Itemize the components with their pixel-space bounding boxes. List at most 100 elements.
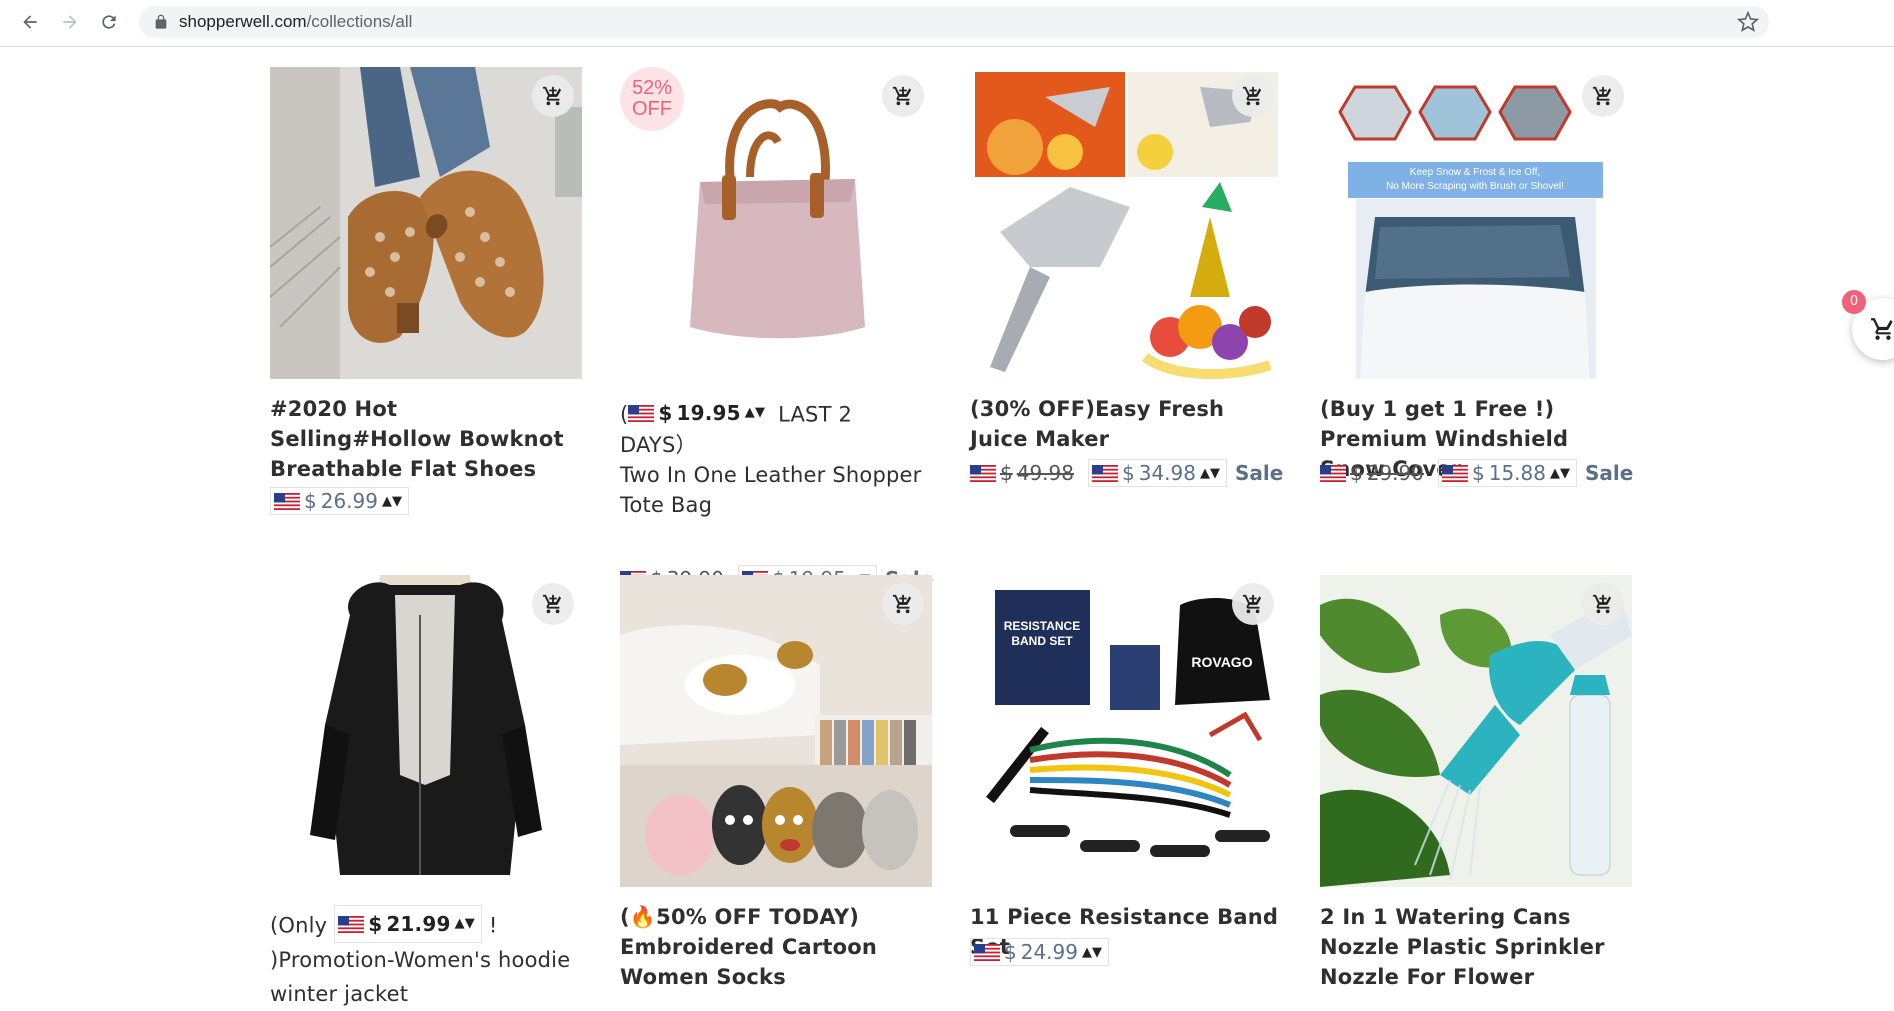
sort-arrows-icon: ▲▼ bbox=[382, 493, 402, 509]
title-price-selector[interactable]: $21.99 ▲▼ bbox=[334, 905, 482, 943]
product-image-shoes[interactable] bbox=[270, 67, 582, 379]
cart-icon bbox=[1871, 318, 1893, 340]
sort-arrows-icon: ▲▼ bbox=[744, 405, 766, 420]
us-flag-icon bbox=[338, 915, 365, 933]
title-text: 50% OFF TODAY) Embroidered Cartoon Women… bbox=[620, 905, 878, 989]
compare-price: $29.90 bbox=[1320, 460, 1430, 486]
bag-text: ROVAGO bbox=[1191, 654, 1252, 670]
forward-icon[interactable] bbox=[58, 10, 82, 34]
us-flag-icon bbox=[974, 943, 1000, 961]
cart-icon bbox=[1242, 594, 1262, 614]
product-image-watering-nozzle[interactable] bbox=[1320, 575, 1632, 887]
us-flag-icon bbox=[1092, 464, 1118, 482]
add-to-cart-button[interactable] bbox=[1232, 583, 1274, 625]
box-text1: RESISTANCE bbox=[1004, 619, 1080, 633]
cart-icon bbox=[892, 594, 912, 614]
badge-off-text: OFF bbox=[632, 98, 672, 120]
add-to-cart-button[interactable] bbox=[882, 75, 924, 117]
product-title[interactable]: (Only $21.99 ▲▼ ! )Promotion-Women's hoo… bbox=[270, 905, 582, 1011]
price-selector[interactable]: $34.98 ▲▼ bbox=[1088, 459, 1227, 487]
cart-icon bbox=[1592, 86, 1612, 106]
sort-arrows-icon: ▲▼ bbox=[1200, 465, 1220, 481]
fire-icon: 🔥 bbox=[629, 905, 657, 929]
price: 15.88 bbox=[1488, 461, 1546, 485]
banner-line1: Keep Snow & Frost & Ice Off, bbox=[1410, 167, 1540, 178]
price-selector[interactable]: $26.99 ▲▼ bbox=[270, 487, 409, 515]
currency-symbol: $ bbox=[368, 912, 383, 936]
price-line: $24.99 ▲▼ bbox=[970, 938, 1109, 966]
title-rest: Two In One Leather Shopper Tote Bag bbox=[620, 462, 922, 517]
currency-symbol: $ bbox=[1350, 461, 1363, 485]
title-price: 19.95 bbox=[676, 401, 741, 425]
compare-price: $49.98 bbox=[970, 460, 1080, 486]
cart-icon bbox=[892, 86, 912, 106]
product-title[interactable]: 2 In 1 Watering Cans Nozzle Plastic Spri… bbox=[1320, 902, 1632, 992]
compare-price-value: 29.90 bbox=[1366, 461, 1424, 485]
currency-symbol: $ bbox=[304, 489, 317, 513]
price-selector[interactable]: $15.88 ▲▼ bbox=[1438, 459, 1577, 487]
url-text: shopperwell.com/collections/all bbox=[179, 12, 413, 31]
currency-symbol: $ bbox=[658, 401, 673, 425]
compare-price-value: 49.98 bbox=[1016, 461, 1074, 485]
product-image-windshield[interactable]: Keep Snow & Frost & Ice Off, No More Scr… bbox=[1320, 67, 1632, 379]
title-prefix: (Only bbox=[270, 913, 328, 938]
box-text2: BAND SET bbox=[1011, 634, 1073, 648]
product-title[interactable]: ( $19.95 ▲▼ LAST 2 DAYS） Two In One Leat… bbox=[620, 397, 932, 520]
product-image-socks[interactable] bbox=[620, 575, 932, 887]
banner-line2: No More Scraping with Brush or Shovel! bbox=[1386, 181, 1564, 192]
title-suffix: ! bbox=[488, 913, 498, 938]
browser-toolbar: shopperwell.com/collections/all bbox=[0, 0, 1894, 47]
add-to-cart-button[interactable] bbox=[1582, 75, 1624, 117]
cart-icon bbox=[542, 86, 562, 106]
add-to-cart-button[interactable] bbox=[532, 75, 574, 117]
currency-symbol: $ bbox=[1004, 940, 1017, 964]
currency-symbol: $ bbox=[1122, 461, 1135, 485]
us-flag-icon bbox=[628, 404, 655, 422]
cart-count-badge: 0 bbox=[1842, 290, 1866, 314]
sort-arrows-icon: ▲▼ bbox=[454, 916, 475, 931]
price-selector[interactable]: $24.99 ▲▼ bbox=[970, 938, 1109, 966]
cart-icon bbox=[542, 594, 562, 614]
us-flag-icon bbox=[1320, 464, 1346, 482]
sort-arrows-icon: ▲▼ bbox=[1082, 944, 1102, 960]
star-icon[interactable] bbox=[1737, 11, 1759, 33]
cart-icon bbox=[1592, 594, 1612, 614]
product-image-juicer[interactable] bbox=[970, 67, 1282, 379]
product-title[interactable]: (30% OFF)Easy Fresh Juice Maker bbox=[970, 394, 1282, 454]
floating-cart-button[interactable]: 0 bbox=[1842, 290, 1894, 360]
price: 34.98 bbox=[1138, 461, 1196, 485]
sale-label: Sale bbox=[1235, 461, 1284, 485]
product-image-resistance-bands[interactable]: RESISTANCE BAND SET ROVAGO bbox=[970, 575, 1282, 887]
title-price: 21.99 bbox=[386, 912, 451, 936]
price: 24.99 bbox=[1020, 940, 1078, 964]
price: 26.99 bbox=[320, 489, 378, 513]
add-to-cart-button[interactable] bbox=[1582, 583, 1624, 625]
address-bar[interactable]: shopperwell.com/collections/all bbox=[139, 6, 1769, 38]
price-line: $26.99 ▲▼ bbox=[270, 487, 409, 515]
us-flag-icon bbox=[1442, 464, 1468, 482]
currency-symbol: $ bbox=[1000, 461, 1013, 485]
title-prefix: ( bbox=[620, 905, 630, 929]
price-line: $29.90 $15.88 ▲▼ Sale bbox=[1320, 459, 1633, 487]
add-to-cart-button[interactable] bbox=[882, 583, 924, 625]
sale-label: Sale bbox=[1585, 461, 1634, 485]
add-to-cart-button[interactable] bbox=[1232, 75, 1274, 117]
discount-badge: 52% OFF bbox=[620, 67, 684, 131]
price-line: $49.98 $34.98 ▲▼ Sale bbox=[970, 459, 1283, 487]
reload-icon[interactable] bbox=[97, 10, 121, 34]
title-price-selector[interactable]: $19.95 ▲▼ bbox=[628, 397, 771, 429]
us-flag-icon bbox=[970, 464, 996, 482]
lock-icon bbox=[155, 14, 167, 29]
product-title[interactable]: #2020 Hot Selling#Hollow Bowknot Breatha… bbox=[270, 394, 582, 484]
currency-symbol: $ bbox=[1472, 461, 1485, 485]
cart-icon bbox=[1242, 86, 1262, 106]
badge-percent: 52% bbox=[631, 77, 673, 99]
us-flag-icon bbox=[274, 492, 300, 510]
sort-arrows-icon: ▲▼ bbox=[1550, 465, 1570, 481]
title-rest: )Promotion-Women's hoodie winter jacket bbox=[270, 948, 571, 1006]
back-icon[interactable] bbox=[18, 10, 42, 34]
title-prefix: ( bbox=[620, 402, 629, 427]
product-title[interactable]: (🔥50% OFF TODAY) Embroidered Cartoon Wom… bbox=[620, 902, 932, 992]
product-image-hoodie[interactable] bbox=[270, 575, 582, 887]
add-to-cart-button[interactable] bbox=[532, 583, 574, 625]
